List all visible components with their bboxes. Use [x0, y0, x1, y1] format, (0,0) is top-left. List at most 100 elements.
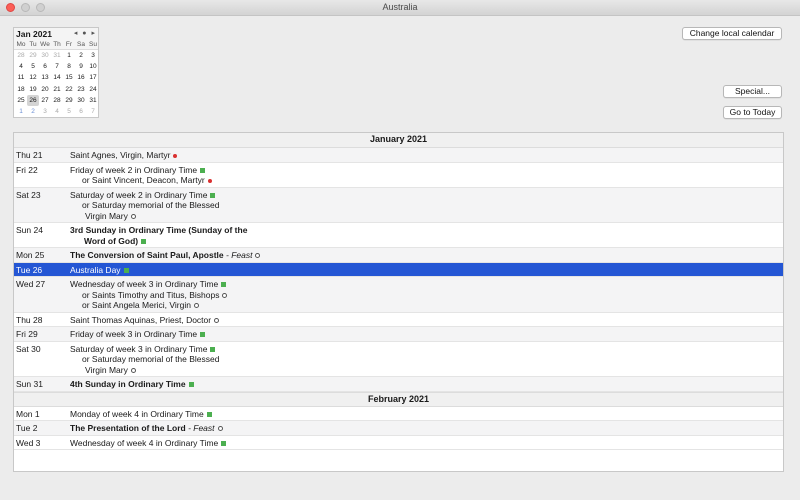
- celebration-list: Australia Day: [70, 263, 783, 278]
- mini-calendar-day[interactable]: 3: [39, 106, 51, 117]
- mini-calendar-day[interactable]: 28: [51, 95, 63, 106]
- mini-calendar-day[interactable]: 29: [27, 50, 39, 61]
- mini-calendar-day[interactable]: 12: [27, 72, 39, 83]
- mini-calendar-days: 28 29 30 31 1 2 3 4 5 6 7 8 9 10 11 12 13 14 15 16 17 18 19 20 2…: [14, 50, 98, 117]
- mini-calendar-day[interactable]: 20: [39, 84, 51, 95]
- day-row[interactable]: Fri 22 Friday of week 2 in Ordinary Time o…: [14, 162, 783, 188]
- green-square-icon: [221, 440, 227, 446]
- day-row[interactable]: Mon 25 The Conversion of Saint Paul, Apos…: [14, 248, 783, 263]
- mini-calendar-day[interactable]: 23: [75, 84, 87, 95]
- celebration-list: 3rd Sunday in Ordinary Time (Sunday of t…: [70, 223, 783, 248]
- mini-calendar-day[interactable]: 24: [87, 84, 99, 95]
- special-button[interactable]: Special...: [723, 85, 782, 98]
- day-row[interactable]: Thu 28 Saint Thomas Aquinas, Priest, Doct…: [14, 312, 783, 327]
- current-month-dot-icon[interactable]: ●: [82, 30, 86, 37]
- celebration-list: Friday of week 2 in Ordinary Time or Sain…: [70, 163, 783, 188]
- day-row[interactable]: Sat 30 Saturday of week 3 in Ordinary Tim…: [14, 341, 783, 377]
- celebration-entry: Friday of week 3 in Ordinary Time: [70, 329, 783, 340]
- red-dot-icon: [207, 178, 212, 183]
- month-section-header: January 2021: [14, 133, 783, 148]
- mini-calendar-day[interactable]: 27: [39, 95, 51, 106]
- mini-calendar-day[interactable]: 5: [63, 106, 75, 117]
- day-date-label: Tue 2: [16, 423, 38, 433]
- mini-calendar-day[interactable]: 2: [27, 106, 39, 117]
- red-dot-icon: [173, 153, 178, 158]
- day-date-label: Thu 28: [16, 314, 43, 325]
- day-row-selected[interactable]: Tue 26 Australia Day: [14, 262, 783, 278]
- day-row[interactable]: Wed 27 Wednesday of week 3 in Ordinary Ti…: [14, 277, 783, 313]
- mini-calendar-day[interactable]: 1: [15, 106, 27, 117]
- mini-calendar-day[interactable]: 8: [63, 61, 75, 72]
- mini-calendar-day[interactable]: 31: [51, 50, 63, 61]
- mini-calendar-day[interactable]: 19: [27, 84, 39, 95]
- celebration-entry: Saint Thomas Aquinas, Priest, Doctor: [70, 315, 783, 326]
- day-of-week-label: Sa: [77, 41, 85, 48]
- celebration-entry: Virgin Mary: [70, 211, 783, 222]
- mini-calendar-day[interactable]: 14: [51, 72, 63, 83]
- mini-calendar-nav: ◂ ● ▸: [71, 29, 95, 37]
- next-month-icon[interactable]: ▸: [91, 30, 95, 37]
- day-row[interactable]: Tue 2 The Presentation of the Lord - Feas…: [14, 421, 783, 436]
- celebration-title: The Conversion of Saint Paul, Apostle: [70, 250, 224, 260]
- mini-calendar-day[interactable]: 6: [39, 61, 51, 72]
- mini-calendar-day[interactable]: 11: [15, 72, 27, 83]
- mini-calendar-day[interactable]: 7: [51, 61, 63, 72]
- celebration-list: Saint Agnes, Virgin, Martyr: [70, 148, 783, 163]
- mini-calendar-day[interactable]: 31: [87, 95, 99, 106]
- mini-calendar-day[interactable]: 30: [75, 95, 87, 106]
- mini-calendar-day[interactable]: 4: [15, 61, 27, 72]
- mini-calendar-day[interactable]: 16: [75, 72, 87, 83]
- change-local-calendar-button[interactable]: Change local calendar: [682, 27, 782, 40]
- white-circle-icon: [222, 292, 228, 298]
- white-circle-icon: [214, 317, 220, 323]
- mini-calendar-day[interactable]: 28: [15, 50, 27, 61]
- day-row[interactable]: Fri 29 Friday of week 3 in Ordinary Time: [14, 327, 783, 342]
- row-divider: [14, 449, 783, 450]
- day-row[interactable]: Sun 24 3rd Sunday in Ordinary Time (Sunda…: [14, 223, 783, 248]
- mini-calendar-day[interactable]: 25: [15, 95, 27, 106]
- celebration-entry: Saturday of week 2 in Ordinary Time: [70, 190, 783, 201]
- previous-month-icon[interactable]: ◂: [74, 30, 78, 37]
- mini-calendar-day[interactable]: 1: [63, 50, 75, 61]
- mini-calendar-day[interactable]: 7: [87, 106, 99, 117]
- celebration-entry: or Saturday memorial of the Blessed: [70, 200, 783, 211]
- day-row[interactable]: Sun 31 4th Sunday in Ordinary Time: [14, 377, 783, 392]
- mini-calendar-day[interactable]: 5: [27, 61, 39, 72]
- day-row[interactable]: Mon 1 Monday of week 4 in Ordinary Time: [14, 406, 783, 421]
- mini-calendar-day[interactable]: 4: [51, 106, 63, 117]
- mini-calendar-day[interactable]: 17: [87, 72, 99, 83]
- mini-calendar-month: Jan 2021: [16, 29, 52, 39]
- mini-calendar-day[interactable]: 10: [87, 61, 99, 72]
- celebration-title: Saturday of week 2 in Ordinary Time: [70, 189, 208, 200]
- mini-calendar-day[interactable]: 22: [63, 84, 75, 95]
- white-circle-icon: [217, 426, 223, 432]
- celebration-list: Wednesday of week 3 in Ordinary Time or S…: [70, 277, 783, 313]
- mini-calendar-day[interactable]: 6: [75, 106, 87, 117]
- day-row[interactable]: Thu 21 Saint Agnes, Virgin, Martyr: [14, 148, 783, 163]
- liturgical-day-list[interactable]: January 2021 Thu 21 Saint Agnes, Virgin, M…: [13, 132, 784, 472]
- go-to-today-button[interactable]: Go to Today: [723, 106, 782, 119]
- mini-calendar-day[interactable]: 30: [39, 50, 51, 61]
- day-date-label: Sun 31: [16, 379, 43, 389]
- celebration-entry: Australia Day: [70, 265, 783, 276]
- mini-calendar-day[interactable]: 26: [27, 94, 39, 106]
- day-of-week-header: Mo Tu We Th Fr Sa Su: [14, 40, 98, 50]
- mini-calendar-day[interactable]: 3: [87, 50, 99, 61]
- celebration-list: Saturday of week 2 in Ordinary Time or Sa…: [70, 188, 783, 224]
- celebration-rank: - Feast: [223, 250, 253, 260]
- mini-calendar-day[interactable]: 29: [63, 95, 75, 106]
- celebration-title: 4th Sunday in Ordinary Time: [70, 379, 186, 389]
- mini-calendar-day[interactable]: 9: [75, 61, 87, 72]
- day-row[interactable]: Wed 3 Wednesday of week 4 in Ordinary Tim…: [14, 435, 783, 450]
- mini-calendar-day[interactable]: 13: [39, 72, 51, 83]
- mini-calendar-day[interactable]: 2: [75, 50, 87, 61]
- mini-calendar-day[interactable]: 21: [51, 84, 63, 95]
- day-date-label: Wed 3: [16, 437, 41, 448]
- green-square-icon: [141, 238, 147, 244]
- mini-calendar-day[interactable]: 15: [63, 72, 75, 83]
- celebration-entry: 4th Sunday in Ordinary Time: [70, 379, 783, 390]
- mini-calendar-day[interactable]: 18: [15, 84, 27, 95]
- month-section-header: February 2021: [14, 391, 783, 407]
- day-row[interactable]: Sat 23 Saturday of week 2 in Ordinary Tim…: [14, 187, 783, 224]
- day-of-week-label: Th: [53, 41, 61, 48]
